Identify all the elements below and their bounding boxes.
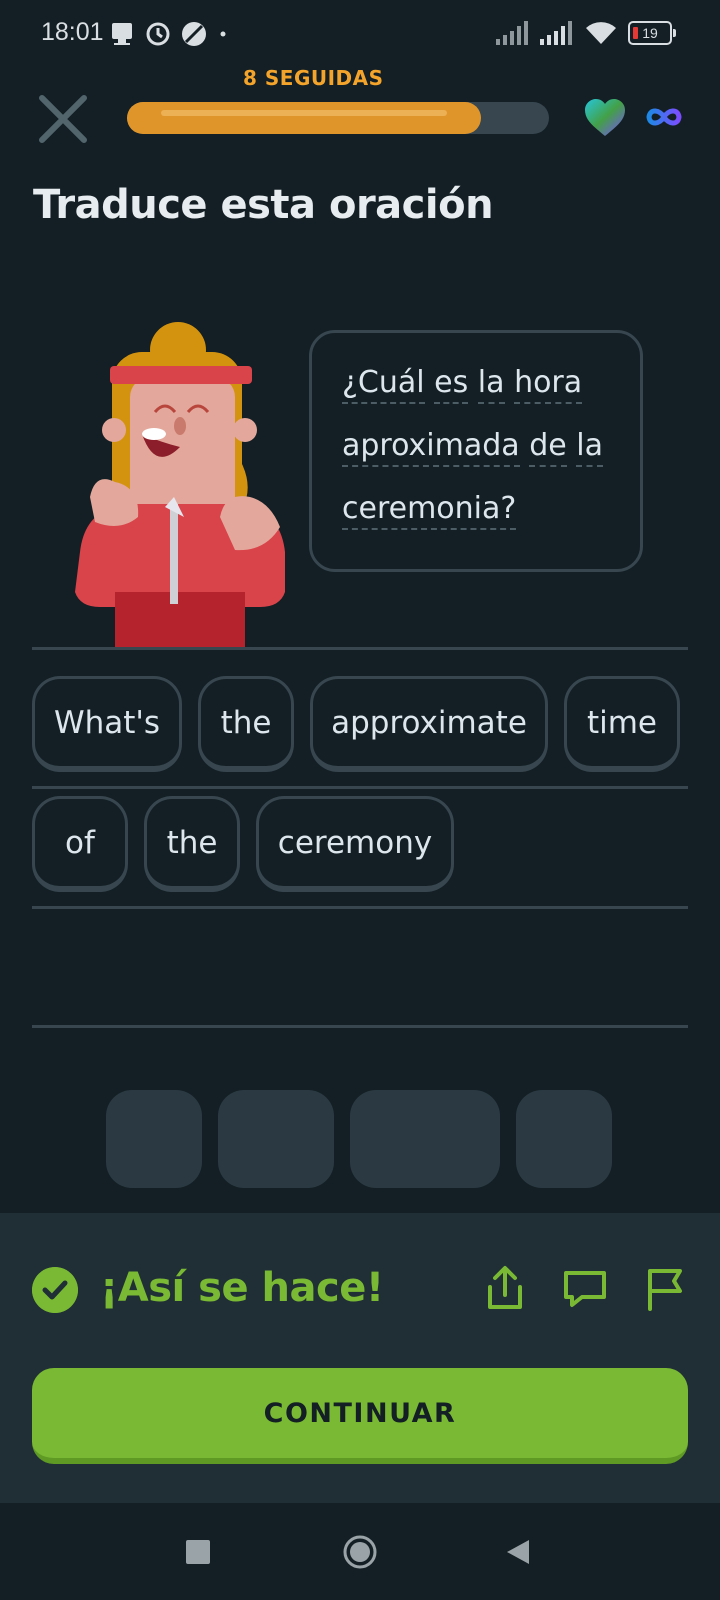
speech-bubble: ¿Cuál es la hora aproximada de la ceremo… [309,330,643,572]
answer-word-chip[interactable]: the [144,796,240,892]
answer-word-chip[interactable]: approximate [310,676,548,772]
home-button[interactable] [342,1534,378,1570]
signal-icon [540,21,572,45]
report-flag-icon[interactable] [640,1263,690,1313]
lesson-progress-bar [127,102,549,134]
hint-word[interactable]: de [529,428,567,467]
character-illustration [75,322,285,648]
battery-level: 19 [642,25,658,41]
answer-word-chip[interactable]: time [564,676,680,772]
answer-word-chip[interactable]: the [198,676,294,772]
infinity-icon[interactable] [644,104,684,130]
word-bank-slot [350,1090,500,1188]
status-left-icons [108,16,230,52]
source-sentence: ¿Cuál es la hora aproximada de la ceremo… [342,351,632,540]
continue-button[interactable]: CONTINUAR [32,1368,688,1464]
progress-fill [127,102,481,134]
status-right-icons: 19 [496,20,676,46]
answer-word-chip[interactable]: What's [32,676,182,772]
sentence-line: ceremonia? [342,477,632,540]
hint-word[interactable]: la [576,428,603,467]
feedback-panel: ¡Así se hace! CONTINUAR [0,1213,720,1503]
hint-word[interactable]: ceremonia? [342,491,517,530]
answer-line [32,1025,688,1028]
sentence-line: ¿Cuál es la hora [342,351,632,414]
notification-icon [112,23,132,45]
word-bank-slot [516,1090,612,1188]
vpn-icon [146,22,170,46]
recents-button[interactable] [186,1540,210,1564]
hint-word[interactable]: ¿Cuál [342,365,425,404]
heart-icon[interactable] [583,98,627,138]
hint-word[interactable]: aproximada [342,428,520,467]
wifi-icon [586,22,616,44]
feedback-message: ¡Así se hace! [100,1265,384,1311]
close-icon[interactable] [36,92,90,146]
hint-word[interactable]: hora [514,365,583,404]
check-icon [32,1267,78,1313]
comment-icon[interactable] [560,1263,610,1313]
progress-shine [161,110,447,116]
hint-word[interactable]: la [477,365,505,404]
word-bank-slot [106,1090,202,1188]
back-button[interactable] [505,1538,531,1566]
answer-line [32,647,688,650]
answer-word-chip[interactable]: of [32,796,128,892]
do-not-disturb-icon [182,22,206,46]
signal-icon [496,21,528,45]
share-icon[interactable] [480,1263,530,1313]
status-time: 18:01 [41,18,104,46]
answer-line [32,786,688,789]
sentence-line: aproximada de la [342,414,632,477]
page-title: Traduce esta oración [33,182,494,228]
system-nav-bar [0,1503,720,1600]
dot-icon [220,31,226,37]
answer-word-chip[interactable]: ceremony [256,796,454,892]
streak-label: 8 SEGUIDAS [243,66,384,90]
battery-icon: 19 [628,21,676,45]
answer-line [32,906,688,909]
word-bank-slot [218,1090,334,1188]
hint-word[interactable]: es [434,365,469,404]
status-bar: 18:01 19 [0,0,720,70]
